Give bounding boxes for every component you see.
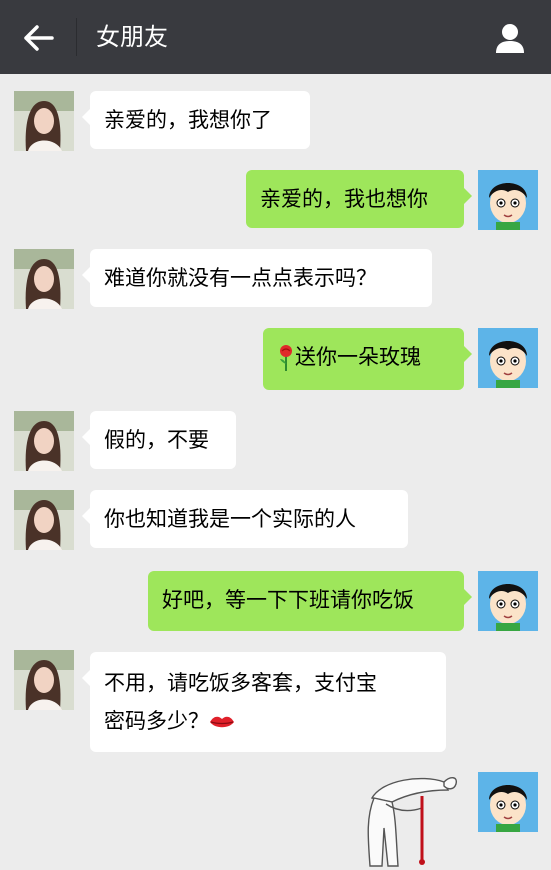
message-bubble-outgoing[interactable]: 亲爱的，我也想你 [246, 170, 472, 228]
message-list[interactable]: 亲爱的，我想你了 亲爱的，我也想你 难道你就没有一点点表示吗？ 送你一朵玫瑰 假… [0, 74, 551, 870]
arrow-left-icon[interactable] [22, 22, 56, 54]
message-text: 亲爱的，我想你了 [104, 108, 272, 132]
girlfriend-avatar[interactable] [14, 411, 74, 471]
message-bubble-outgoing[interactable]: 送你一朵玫瑰 [263, 328, 472, 390]
rose-icon [280, 345, 292, 371]
message-text: 难道你就没有一点点表示吗？ [104, 266, 377, 290]
message-bubble-incoming[interactable]: 难道你就没有一点点表示吗？ [82, 249, 432, 307]
message-bubble-incoming[interactable]: 你也知道我是一个实际的人 [82, 490, 408, 548]
header-divider [76, 18, 77, 56]
girlfriend-avatar[interactable] [14, 249, 74, 309]
bowing-nosebleed-sticker[interactable] [352, 768, 462, 868]
girlfriend-avatar[interactable] [14, 650, 74, 710]
my-avatar[interactable] [478, 170, 538, 230]
message-text: 假的，不要 [104, 428, 209, 452]
message-bubble-incoming[interactable]: 不用，请吃饭多客套，支付宝 密码多少？ [82, 652, 446, 752]
message-text: 送你一朵玫瑰 [295, 345, 421, 369]
message-bubble-incoming[interactable]: 亲爱的，我想你了 [82, 91, 310, 149]
lips-icon [210, 716, 234, 728]
message-bubble-outgoing[interactable]: 好吧，等一下下班请你吃饭 [148, 571, 472, 631]
message-text: 你也知道我是一个实际的人 [104, 507, 356, 531]
girlfriend-avatar[interactable] [14, 490, 74, 550]
message-text: 亲爱的，我也想你 [260, 187, 428, 211]
message-bubble-incoming[interactable]: 假的，不要 [82, 411, 236, 469]
message-text: 好吧，等一下下班请你吃饭 [162, 588, 414, 612]
person-icon[interactable] [494, 22, 526, 54]
message-text-line-2: 密码多少？ [104, 702, 432, 740]
my-avatar[interactable] [478, 571, 538, 631]
my-avatar[interactable] [478, 772, 538, 832]
my-avatar[interactable] [478, 328, 538, 388]
chat-header: 女朋友 [0, 0, 551, 74]
girlfriend-avatar[interactable] [14, 91, 74, 151]
chat-title: 女朋友 [96, 23, 168, 51]
message-text-line-1: 不用，请吃饭多客套，支付宝 [104, 671, 377, 695]
